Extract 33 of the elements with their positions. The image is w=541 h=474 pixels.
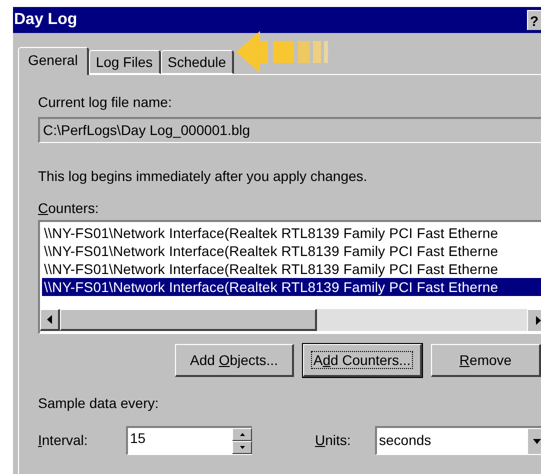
log-note: This log begins immediately after you apply changes. <box>38 167 368 185</box>
scroll-left-button[interactable] <box>40 309 60 331</box>
window-title: Day Log <box>13 10 78 30</box>
sample-label: Sample data every: <box>38 394 160 412</box>
counter-item[interactable]: \\NY-FS01\Network Interface(Realtek RTL8139 Family PCI Fast Etherne <box>42 278 541 296</box>
left-arrow-icon <box>47 315 52 324</box>
counter-item[interactable]: \\NY-FS01\Network Interface(Realtek RTL8139 Family PCI Fast Etherne <box>42 224 541 242</box>
action-button[interactable]: Add Counters... <box>303 344 422 377</box>
units-dropdown[interactable]: seconds <box>375 426 541 455</box>
interval-spinner[interactable]: 15 <box>126 426 252 455</box>
up-arrow-icon <box>240 433 244 436</box>
help-button[interactable]: ? <box>527 10 541 30</box>
counter-item[interactable]: \\NY-FS01\Network Interface(Realtek RTL8139 Family PCI Fast Etherne <box>42 242 541 260</box>
dropdown-button[interactable] <box>527 428 541 454</box>
scroll-thumb[interactable] <box>60 309 317 331</box>
field-label: Current log file name: <box>38 93 173 111</box>
down-arrow-icon <box>533 439 541 444</box>
interval-label: Interval: <box>38 431 89 450</box>
units-label: Units: <box>315 431 352 450</box>
tab[interactable]: Schedule <box>160 50 234 74</box>
counters-label: Counters: <box>38 199 100 217</box>
right-arrow-icon <box>536 316 541 325</box>
spin-up-button[interactable] <box>232 428 252 441</box>
action-button[interactable]: Remove <box>431 344 541 377</box>
scroll-right-button[interactable] <box>527 309 541 331</box>
down-arrow-icon <box>240 446 244 449</box>
spin-down-button[interactable] <box>232 441 252 454</box>
action-button[interactable]: Add Objects... <box>175 344 294 377</box>
log-file-field[interactable]: C:\PerfLogs\Day Log_000001.blg <box>38 117 541 143</box>
tab[interactable]: Log Files <box>88 50 161 74</box>
tab[interactable]: General <box>18 47 89 75</box>
counter-item[interactable]: \\NY-FS01\Network Interface(Realtek RTL8139 Family PCI Fast Etherne <box>42 260 541 278</box>
counters-list[interactable] <box>38 220 541 334</box>
